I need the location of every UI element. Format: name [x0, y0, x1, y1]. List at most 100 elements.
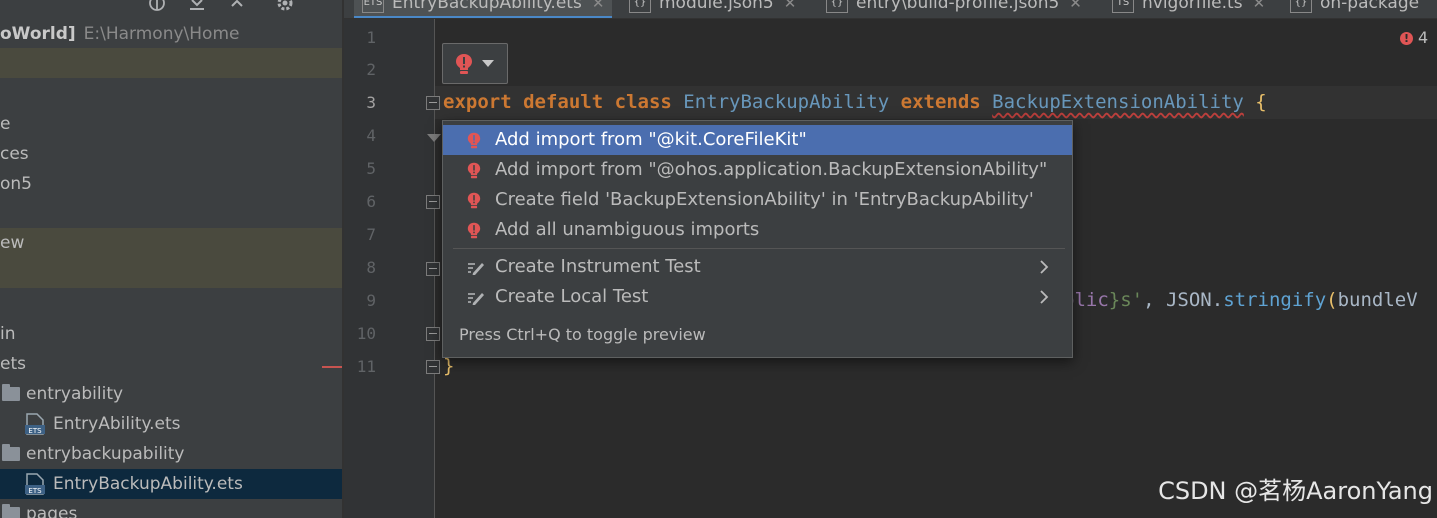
fold-marker[interactable]	[426, 360, 440, 374]
line-number: 7	[366, 225, 376, 244]
tree-row-pages[interactable]: pages	[0, 499, 342, 518]
tree-row[interactable]: in	[0, 319, 342, 349]
intention-item-add-all-imports[interactable]: Add all unambiguous imports	[443, 215, 1072, 245]
gear-icon[interactable]	[276, 0, 294, 12]
project-panel: oWorld] E:\Harmony\Home e ces on5 ew in e…	[0, 0, 342, 518]
fold-marker[interactable]	[426, 327, 440, 341]
line-number: 9	[366, 291, 376, 310]
ts-file-icon: TS	[1112, 0, 1134, 13]
line-number: 5	[366, 159, 376, 178]
intention-item-label: Create field 'BackupExtensionAbility' in…	[495, 189, 1034, 210]
svg-text:ETS: ETS	[28, 427, 42, 435]
code-line-9[interactable]: blic}s', JSON.stringify(bundleV	[1063, 284, 1418, 317]
tree-row-entryability[interactable]: entryability	[0, 379, 342, 409]
tree-row-label: entryability	[26, 384, 124, 404]
intention-item-create-field[interactable]: Create field 'BackupExtensionAbility' in…	[443, 185, 1072, 215]
line-number: 6	[366, 192, 376, 211]
ets-file-icon: ETS	[362, 0, 384, 13]
error-bulb-icon	[467, 162, 481, 179]
tree-row[interactable]: e	[0, 109, 342, 139]
close-icon[interactable]: ✕	[1069, 0, 1082, 12]
intention-item-label: Create Local Test	[495, 286, 649, 307]
watermark: CSDN @茗杨AaronYang	[1158, 477, 1433, 505]
tab-build-profile[interactable]: {} entry\build-profile.json5 ✕	[826, 0, 1082, 16]
fold-marker[interactable]	[426, 96, 440, 110]
code-class-name: EntryBackupAbility	[683, 91, 890, 113]
close-icon[interactable]: ✕	[784, 0, 797, 12]
line-number: 2	[366, 60, 376, 79]
error-bulb-icon	[467, 132, 481, 149]
close-icon[interactable]: ✕	[1253, 0, 1266, 12]
editor-tab-bar: ETS EntryBackupAbility.ets ✕ {} module.json…	[344, 0, 1437, 19]
intention-item-add-import-corefilekit[interactable]: Add import from "@kit.CoreFileKit"	[443, 125, 1072, 155]
expand-all-icon[interactable]	[188, 0, 206, 12]
folder-icon	[2, 504, 20, 518]
intention-item-create-local-test[interactable]: Create Local Test	[443, 282, 1072, 312]
tree-row[interactable]: on5	[0, 169, 342, 199]
intention-item-label: Add import from "@ohos.application.Backu…	[495, 159, 1048, 180]
line-number: 11	[356, 357, 376, 376]
tab-oh-package[interactable]: {} oh-package	[1290, 0, 1419, 16]
intention-item-label: Add import from "@kit.CoreFileKit"	[495, 129, 807, 150]
tree-row-label: EntryBackupAbility.ets	[53, 474, 243, 494]
tree-row-label: ew	[0, 233, 25, 253]
close-icon[interactable]: ✕	[592, 0, 605, 12]
tree-row[interactable]: ets	[0, 349, 342, 379]
tree-row-highlight[interactable]	[0, 48, 342, 78]
json-file-icon: {}	[1290, 0, 1312, 13]
fold-marker[interactable]	[427, 134, 441, 142]
error-counter[interactable]: ! 4	[1400, 28, 1428, 47]
popup-hint: Press Ctrl+Q to toggle preview	[459, 325, 706, 344]
tab-module-json5[interactable]: {} module.json5 ✕	[629, 0, 796, 16]
line-number: 10	[356, 324, 376, 343]
code-error-identifier: BackupExtensionAbility	[992, 91, 1244, 113]
tree-row-entryability-ets[interactable]: ETS EntryAbility.ets	[0, 409, 342, 439]
line-number: 4	[366, 126, 376, 145]
code-keyword: class	[614, 91, 672, 113]
fold-marker[interactable]	[426, 195, 440, 209]
locate-icon[interactable]	[148, 0, 166, 12]
json-file-icon: {}	[826, 0, 848, 13]
folder-icon	[2, 444, 20, 461]
code-paren: (	[1326, 289, 1338, 311]
collapse-all-icon[interactable]	[228, 0, 246, 12]
tree-row[interactable]: ces	[0, 139, 342, 169]
project-root-path: E:\Harmony\Home	[83, 24, 240, 44]
code-brace: }	[443, 355, 455, 377]
code-string: }s'	[1108, 289, 1144, 311]
code-line-3[interactable]: export default class EntryBackupAbility …	[443, 86, 1267, 119]
tab-label: hvigorfile.ts	[1142, 0, 1243, 13]
code-punct: .	[1211, 289, 1224, 311]
chevron-down-icon	[482, 60, 494, 67]
tree-row-entrybackupability-ets[interactable]: ETS EntryBackupAbility.ets	[0, 469, 342, 499]
error-stripe-marker	[322, 366, 342, 368]
tab-hvigorfile[interactable]: TS hvigorfile.ts ✕	[1112, 0, 1265, 16]
intention-item-add-import-backupextension[interactable]: Add import from "@ohos.application.Backu…	[443, 155, 1072, 185]
tree-row-label: e	[0, 114, 11, 134]
project-root-label: oWorld]	[0, 24, 76, 44]
line-number: 1	[366, 28, 376, 47]
popup-divider	[453, 248, 1065, 249]
tree-row-project-root[interactable]: oWorld] E:\Harmony\Home	[0, 19, 342, 49]
fold-marker[interactable]	[426, 262, 440, 276]
code-punct: ,	[1143, 289, 1166, 311]
code-brace: {	[1255, 91, 1267, 113]
intention-bulb-button[interactable]	[442, 43, 508, 84]
error-icon: !	[1400, 32, 1413, 45]
code-identifier: bundleV	[1337, 289, 1418, 311]
tree-row-highlight[interactable]	[0, 258, 342, 288]
tree-row-entrybackupability[interactable]: entrybackupability	[0, 439, 342, 469]
intention-item-create-instrument-test[interactable]: Create Instrument Test	[443, 252, 1072, 282]
intention-item-label: Add all unambiguous imports	[495, 219, 760, 240]
code-keyword: export	[443, 91, 512, 113]
chevron-right-icon	[1040, 290, 1049, 304]
tab-label: EntryBackupAbility.ets	[392, 0, 582, 13]
code-function: stringify	[1223, 289, 1327, 311]
edit-pen-icon	[468, 293, 484, 305]
tree-row-label: pages	[26, 504, 78, 518]
line-number: 8	[366, 258, 376, 277]
line-number: 3	[366, 93, 376, 112]
tree-row[interactable]: ew	[0, 228, 342, 258]
tab-entrybackupability-ets[interactable]: ETS EntryBackupAbility.ets ✕	[354, 0, 613, 18]
tree-row-label: EntryAbility.ets	[53, 414, 181, 434]
